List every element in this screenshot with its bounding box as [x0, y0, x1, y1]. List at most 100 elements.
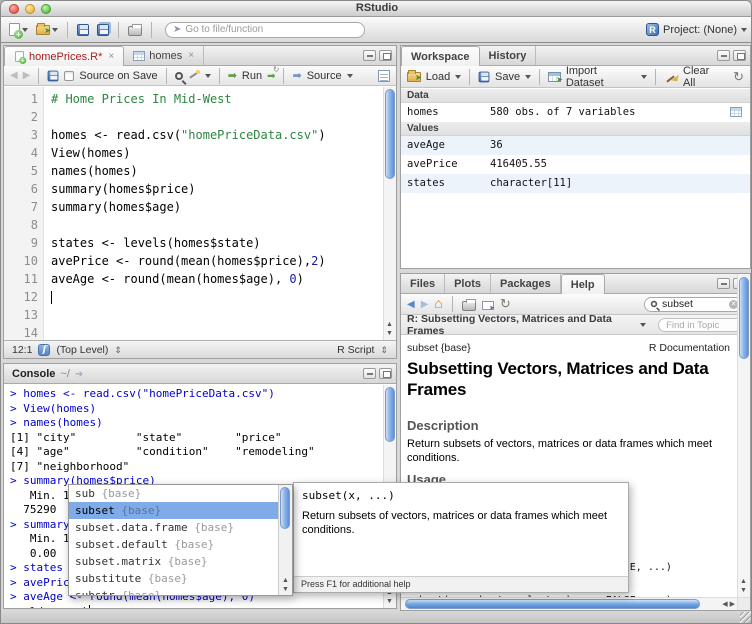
save-all-button[interactable] [95, 23, 111, 37]
tab-workspace[interactable]: Workspace [401, 46, 480, 66]
nav-back-icon[interactable] [10, 70, 18, 81]
view-data-grid-icon[interactable] [730, 107, 742, 117]
scroll-left-icon[interactable]: ◀ [722, 600, 727, 608]
save-button[interactable] [75, 23, 91, 37]
help-back-icon[interactable] [407, 299, 415, 310]
maximize-pane-button[interactable] [733, 50, 746, 61]
close-tab-icon[interactable]: × [108, 51, 114, 62]
code-tools-wand-icon[interactable] [188, 70, 200, 82]
close-tab-icon[interactable]: × [188, 50, 194, 61]
scrollbar-thumb[interactable] [385, 89, 395, 179]
goto-file-input[interactable]: Go to file/function [165, 22, 365, 38]
import-dataset-button[interactable]: Import Dataset [566, 65, 637, 89]
scrollbar-thumb[interactable] [739, 277, 749, 359]
completion-package: {base} [194, 521, 234, 534]
project-menu-button[interactable]: R Project: (None) [646, 23, 747, 36]
refresh-icon[interactable] [733, 69, 744, 85]
refresh-icon[interactable] [500, 295, 511, 313]
run-button[interactable]: Run [242, 70, 262, 82]
home-icon[interactable] [434, 295, 442, 313]
help-horizontal-scrollbar[interactable]: ◀▶ [401, 597, 737, 610]
workspace-object-row[interactable]: avePrice416405.55 [401, 155, 750, 174]
search-icon[interactable] [175, 72, 183, 80]
source-on-save-checkbox[interactable] [64, 71, 74, 81]
new-file-icon [9, 23, 20, 36]
editor-body[interactable]: 1# Home Prices In Mid-West23homes <- rea… [4, 87, 396, 340]
scope-selector[interactable]: (Top Level) [56, 344, 108, 356]
tab-help[interactable]: Help [561, 274, 605, 294]
workspace-object-row[interactable]: aveAge36 [401, 136, 750, 155]
source-button[interactable]: Source [307, 70, 342, 82]
maximize-pane-button[interactable] [379, 50, 392, 61]
save-button[interactable]: Save [495, 71, 520, 83]
import-dataset-icon[interactable] [548, 72, 561, 82]
tab-files[interactable]: Files [401, 274, 445, 293]
scroll-down-icon[interactable]: ▼ [386, 329, 393, 338]
open-file-button[interactable] [34, 24, 60, 36]
source-file-icon[interactable] [292, 69, 301, 82]
scroll-down-icon[interactable]: ▼ [386, 597, 393, 606]
doc-type-selector[interactable]: R Script [337, 344, 374, 356]
print-button[interactable] [126, 22, 144, 37]
run-icon[interactable] [228, 69, 237, 82]
find-in-topic-input[interactable]: Find in Topic [658, 318, 744, 332]
scroll-right-icon[interactable]: ▶ [730, 600, 735, 608]
scroll-down-icon[interactable]: ▼ [740, 586, 747, 595]
tab-packages[interactable]: Packages [491, 274, 561, 293]
autocomplete-item[interactable]: subset {base} [69, 502, 278, 519]
nav-forward-icon[interactable] [23, 70, 31, 81]
autocomplete-item[interactable]: sub {base} [69, 485, 278, 502]
scrollbar-arrows[interactable]: ▲▼ [737, 577, 750, 595]
autocomplete-item[interactable]: substr {base} [69, 587, 278, 595]
workspace-object-row[interactable]: homes580 obs. of 7 variables [401, 103, 750, 122]
autocomplete-item[interactable]: subset.matrix {base} [69, 553, 278, 570]
clear-all-broom-icon[interactable] [664, 70, 678, 83]
compile-notebook-icon[interactable] [378, 70, 390, 82]
help-vertical-scrollbar[interactable]: ▲▼ [737, 274, 750, 597]
scrollbar-thumb[interactable] [405, 599, 700, 609]
print-icon[interactable] [462, 301, 476, 311]
help-search-input[interactable]: subset ✕ [644, 297, 744, 312]
scroll-up-icon[interactable]: ▲ [282, 576, 289, 585]
minimize-pane-button[interactable] [717, 278, 730, 289]
scrollbar-thumb[interactable] [280, 487, 290, 529]
console-working-directory: ~/ [60, 368, 69, 380]
workspace-object-list: Datahomes580 obs. of 7 variablesValuesav… [401, 89, 750, 268]
tab-history[interactable]: History [480, 46, 537, 65]
goto-directory-icon[interactable] [75, 368, 83, 380]
open-in-new-window-icon[interactable] [482, 301, 494, 310]
tab-homes-data[interactable]: homes × [124, 46, 204, 65]
source-pane: homePrices.R* × homes × Source on Save [3, 45, 397, 359]
autocomplete-item[interactable]: substitute {base} [69, 570, 278, 587]
autocomplete-scrollbar[interactable]: ▲▼ [278, 485, 292, 595]
scrollbar-thumb[interactable] [385, 387, 395, 442]
autocomplete-item[interactable]: subset.data.frame {base} [69, 519, 278, 536]
editor-vertical-scrollbar[interactable]: ▲▼ [383, 87, 396, 340]
minimize-pane-button[interactable] [363, 50, 376, 61]
maximize-pane-button[interactable] [379, 368, 392, 379]
rerun-icon[interactable] [267, 70, 275, 82]
autocomplete-item[interactable]: subset.default {base} [69, 536, 278, 553]
minimize-pane-button[interactable] [717, 50, 730, 61]
save-workspace-icon[interactable] [479, 71, 490, 82]
scroll-up-icon[interactable]: ▲ [386, 320, 393, 329]
tab-homeprices-r[interactable]: homePrices.R* × [4, 46, 124, 66]
load-button[interactable]: Load [426, 71, 450, 83]
minimize-pane-button[interactable] [363, 368, 376, 379]
clear-all-button[interactable]: Clear All [683, 65, 723, 89]
save-icon[interactable] [48, 70, 59, 81]
workspace-section-header: Data [401, 89, 750, 103]
editor-line: 7summary(homes$age) [4, 198, 382, 216]
tab-plots[interactable]: Plots [445, 274, 491, 293]
scrollbar-arrows[interactable]: ◀▶ [722, 600, 735, 608]
load-workspace-icon[interactable] [407, 72, 421, 82]
help-topic-title[interactable]: R: Subsetting Vectors, Matrices and Data… [407, 313, 634, 337]
scroll-up-icon[interactable]: ▲ [740, 577, 747, 586]
scrollbar-arrows[interactable]: ▲▼ [279, 576, 292, 594]
resize-grip[interactable] [740, 612, 752, 624]
scroll-down-icon[interactable]: ▼ [282, 585, 289, 594]
new-file-button[interactable] [7, 22, 30, 37]
scrollbar-arrows[interactable]: ▲▼ [383, 320, 396, 338]
workspace-object-row[interactable]: statescharacter[11] [401, 174, 750, 193]
help-forward-icon[interactable] [421, 299, 429, 310]
